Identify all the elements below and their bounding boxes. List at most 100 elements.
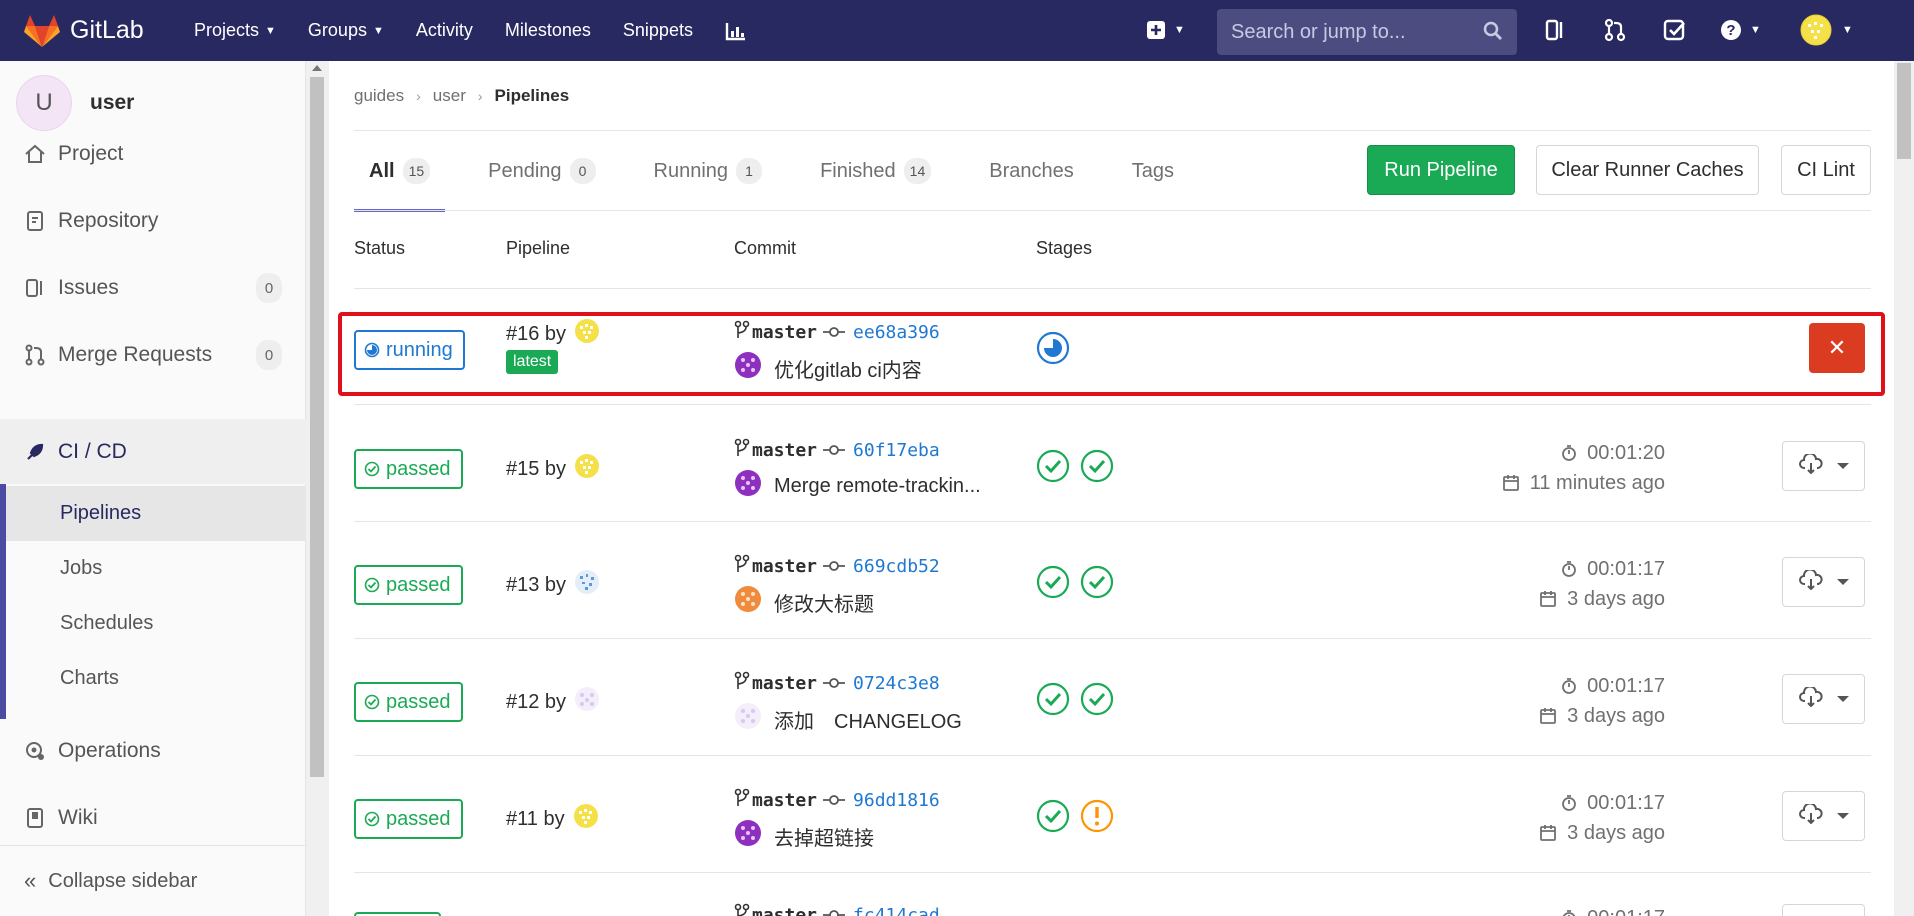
sidebar-scrollbar[interactable] — [306, 61, 329, 916]
duration: 00:01:17 — [1587, 557, 1665, 580]
stages — [1036, 449, 1124, 483]
branch-name[interactable]: master — [752, 556, 817, 577]
search-box[interactable] — [1217, 9, 1517, 55]
sidebar-item-project[interactable]: Project — [0, 124, 306, 184]
commit-sha[interactable]: 0724c3e8 — [853, 673, 940, 694]
nav-projects[interactable]: Projects ▼ — [194, 20, 276, 41]
stage-passed-icon[interactable] — [1036, 682, 1070, 716]
avatar[interactable] — [574, 569, 600, 601]
stage-passed-icon[interactable] — [1080, 565, 1114, 599]
stage-warning-icon[interactable] — [1080, 799, 1114, 833]
nav-milestones[interactable]: Milestones — [505, 20, 591, 41]
todo-check-icon[interactable] — [1663, 18, 1687, 42]
search-input[interactable] — [1231, 20, 1471, 44]
commit-sha[interactable]: 60f17eba — [853, 440, 940, 461]
commit-sha[interactable]: fc414cad — [853, 905, 940, 916]
commit-sha[interactable]: 669cdb52 — [853, 556, 940, 577]
artifacts-dropdown[interactable] — [1782, 441, 1865, 491]
chevron-right-icon: › — [477, 88, 483, 104]
status-badge[interactable]: passed — [354, 682, 463, 722]
merge-request-icon[interactable] — [1604, 18, 1626, 42]
run-pipeline-button[interactable]: Run Pipeline — [1367, 145, 1515, 195]
gitlab-logo[interactable]: GitLab — [24, 14, 194, 48]
commit-message[interactable]: 添加 CHANGELOG — [734, 702, 962, 736]
status-badge[interactable]: passed — [354, 565, 463, 605]
pipeline-tabs: All 15 Pending 0 Running 1 Finished 14 Branc… — [354, 131, 1217, 212]
status-badge[interactable]: passed — [354, 912, 441, 916]
nav-snippets[interactable]: Snippets — [623, 20, 693, 41]
stage-passed-icon[interactable] — [1036, 799, 1070, 833]
artifacts-dropdown[interactable] — [1782, 904, 1865, 916]
tab-branches[interactable]: Branches — [974, 131, 1089, 211]
branch-name[interactable]: master — [752, 790, 817, 811]
commit-message[interactable]: Merge remote-trackin... — [734, 469, 981, 503]
pipeline-id[interactable]: #11 by — [506, 803, 599, 835]
user-menu[interactable]: ▼ — [1800, 14, 1853, 46]
status-badge[interactable]: passed — [354, 449, 463, 489]
chevron-right-icon: › — [416, 88, 421, 104]
stage-passed-icon[interactable] — [1036, 449, 1070, 483]
clear-runner-caches-button[interactable]: Clear Runner Caches — [1536, 145, 1759, 195]
commit-message[interactable]: 去掉超链接 — [734, 819, 874, 853]
new-dropdown[interactable]: ▼ — [1146, 20, 1185, 40]
tab-running[interactable]: Running 1 — [639, 131, 778, 211]
chevron-down-icon: ▼ — [372, 24, 384, 37]
commit-icon — [823, 440, 846, 461]
sidebar-item-wiki[interactable]: Wiki — [0, 788, 306, 848]
sidebar-subitem-schedules[interactable]: Schedules — [6, 596, 306, 651]
commit-ref: master 669cdb52 — [734, 554, 940, 579]
nav-groups[interactable]: Groups ▼ — [308, 20, 384, 41]
pipeline-id[interactable]: #12 by — [506, 686, 600, 718]
commit-sha[interactable]: 96dd1816 — [853, 790, 940, 811]
sidebar-item-merge-requests[interactable]: Merge Requests 0 — [0, 325, 306, 385]
sidebar-item-operations[interactable]: Operations — [0, 721, 306, 781]
artifacts-dropdown[interactable] — [1782, 791, 1865, 841]
breadcrumb-user[interactable]: user — [433, 86, 466, 106]
avatar[interactable] — [574, 453, 600, 485]
nav-activity[interactable]: Activity — [416, 20, 473, 41]
tab-finished[interactable]: Finished 14 — [805, 131, 946, 211]
commit-message[interactable]: 修改大标题 — [734, 585, 874, 619]
sidebar-item-issues[interactable]: Issues 0 — [0, 258, 306, 318]
sidebar-subitem-pipelines[interactable]: Pipelines — [6, 486, 306, 541]
table-header: Status Pipeline Commit Stages — [354, 238, 1871, 288]
avatar[interactable] — [573, 803, 599, 835]
ci-lint-button[interactable]: CI Lint — [1781, 145, 1871, 195]
tab-tags[interactable]: Tags — [1117, 131, 1189, 211]
artifacts-dropdown[interactable] — [1782, 674, 1865, 724]
pipeline-id[interactable]: #15 by — [506, 453, 600, 485]
page-scrollbar[interactable] — [1894, 61, 1914, 916]
finished-ago: 3 days ago — [1567, 704, 1665, 727]
sidebar-item-label: Operations — [58, 739, 161, 762]
help-dropdown[interactable]: ? ▼ — [1720, 19, 1761, 41]
pipeline-timing: 00:01:20 11 minutes ago — [1165, 438, 1665, 498]
breadcrumb-guides[interactable]: guides — [354, 86, 404, 106]
home-icon — [22, 144, 48, 164]
sidebar-item-cicd[interactable]: CI / CD — [0, 419, 306, 484]
branch-name[interactable]: master — [752, 673, 817, 694]
tab-pending[interactable]: Pending 0 — [473, 131, 610, 211]
commit-ref: master 60f17eba — [734, 438, 940, 463]
sidebar-subitem-charts[interactable]: Charts — [6, 651, 306, 706]
branch-icon — [734, 903, 750, 916]
artifacts-dropdown[interactable] — [1782, 557, 1865, 607]
chart-icon[interactable] — [725, 21, 747, 41]
branch-name[interactable]: master — [752, 440, 817, 461]
branch-name[interactable]: master — [752, 905, 817, 916]
cloud-download-icon — [1798, 452, 1823, 479]
status-badge[interactable]: passed — [354, 799, 463, 839]
tab-count-badge: 1 — [736, 158, 763, 184]
sidebar-project-header[interactable]: U user — [16, 75, 134, 131]
todos-board-icon[interactable] — [1545, 18, 1567, 42]
pipeline-id[interactable]: #13 by — [506, 569, 600, 601]
avatar[interactable] — [574, 686, 600, 718]
sidebar-subitem-jobs[interactable]: Jobs — [6, 541, 306, 596]
stage-passed-icon[interactable] — [1080, 449, 1114, 483]
stage-passed-icon[interactable] — [1036, 565, 1070, 599]
sidebar-item-repository[interactable]: Repository — [0, 191, 306, 251]
breadcrumb-pipelines[interactable]: Pipelines — [495, 86, 570, 106]
collapse-sidebar-button[interactable]: « Collapse sidebar — [0, 845, 306, 916]
commit-ref: master fc414cad — [734, 903, 940, 916]
stage-passed-icon[interactable] — [1080, 682, 1114, 716]
tab-all[interactable]: All 15 — [354, 131, 446, 212]
